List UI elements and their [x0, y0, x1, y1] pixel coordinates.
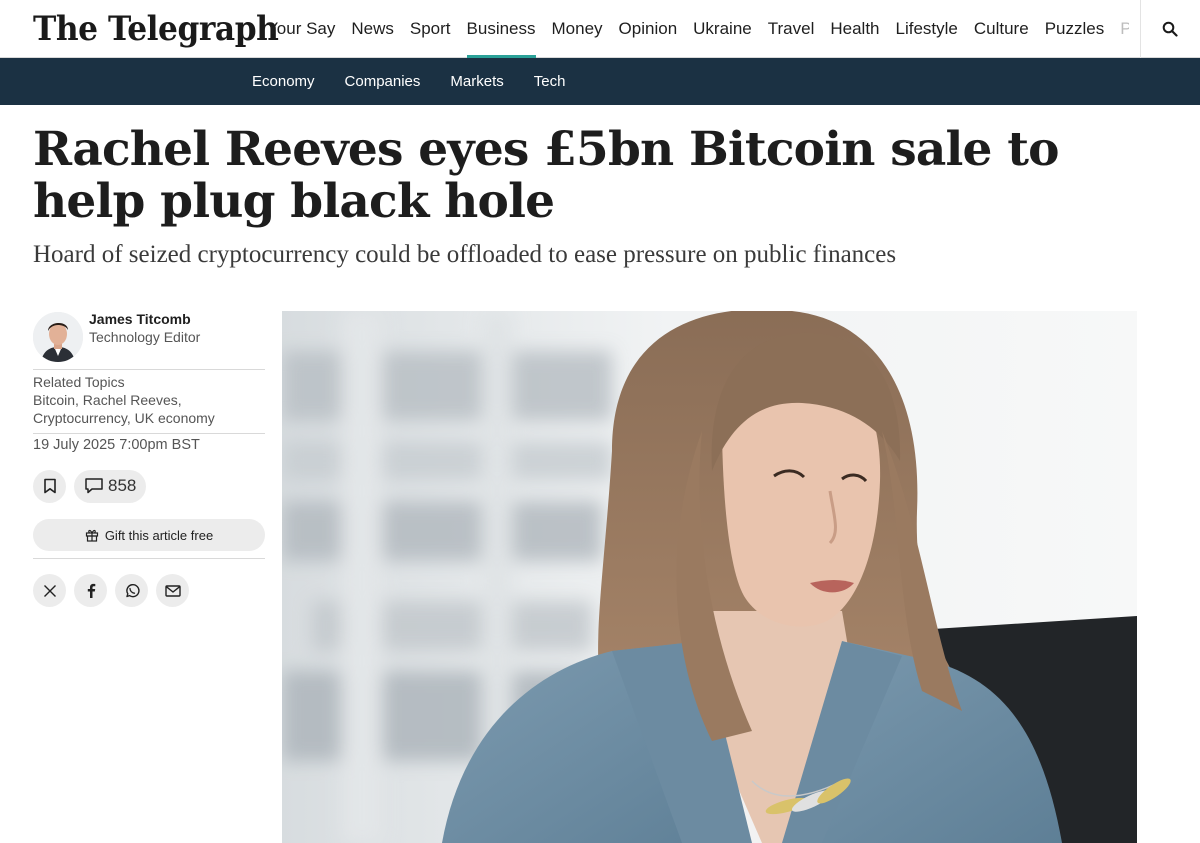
article-hero-image — [282, 311, 1137, 843]
section-nav: Your Say News Sport Business Money Opini… — [259, 0, 1129, 58]
bookmark-button[interactable] — [33, 469, 66, 503]
related-topics: Related Topics Bitcoin, Rachel Reeves, C… — [33, 370, 265, 433]
author-byline[interactable]: James Titcomb Technology Editor — [33, 309, 265, 369]
gift-icon — [85, 529, 98, 542]
subnav-tech[interactable]: Tech — [534, 73, 566, 90]
article-sidebar: James Titcomb Technology Editor Related … — [33, 309, 265, 607]
gift-article-button[interactable]: Gift this article free — [33, 519, 265, 551]
subnav-markets[interactable]: Markets — [450, 73, 503, 90]
subnav-economy[interactable]: Economy — [252, 73, 315, 90]
bookmark-icon — [43, 478, 56, 494]
share-facebook-button[interactable] — [74, 574, 107, 607]
nav-divider — [1140, 0, 1141, 58]
related-topics-links[interactable]: Bitcoin, Rachel Reeves, Cryptocurrency, … — [33, 391, 265, 427]
facebook-icon — [87, 583, 95, 598]
nav-overflow-item[interactable]: P — [1120, 0, 1129, 58]
nav-business[interactable]: Business — [466, 0, 536, 58]
comment-count: 858 — [108, 476, 137, 495]
author-name[interactable]: James Titcomb — [89, 311, 191, 327]
share-whatsapp-button[interactable] — [115, 574, 148, 607]
nav-news[interactable]: News — [351, 0, 394, 58]
whatsapp-icon — [125, 583, 140, 597]
nav-lifestyle[interactable]: Lifestyle — [896, 0, 958, 58]
email-icon — [164, 584, 181, 597]
divider — [33, 558, 265, 559]
subnav-companies[interactable]: Companies — [345, 73, 421, 90]
article-headline: Rachel Reeves eyes £5bn Bitcoin sale to … — [33, 122, 1059, 229]
nav-travel[interactable]: Travel — [768, 0, 815, 58]
author-avatar — [33, 312, 83, 362]
article-standfirst: Hoard of seized cryptocurrency could be … — [33, 241, 897, 268]
business-subnav: Economy Companies Markets Tech — [0, 58, 1200, 105]
related-topics-title: Related Topics — [33, 374, 125, 390]
nav-culture[interactable]: Culture — [974, 0, 1029, 58]
x-icon — [43, 584, 56, 597]
search-button[interactable] — [1150, 12, 1190, 46]
article-actions: 858 — [33, 463, 265, 509]
search-icon — [1162, 21, 1178, 37]
share-x-button[interactable] — [33, 574, 66, 607]
author-role: Technology Editor — [89, 329, 201, 345]
nav-opinion[interactable]: Opinion — [619, 0, 678, 58]
comments-button[interactable]: 858 — [74, 469, 147, 503]
share-email-button[interactable] — [156, 574, 189, 607]
publish-date: 19 July 2025 7:00pm BST — [33, 437, 200, 453]
nav-sport[interactable]: Sport — [410, 0, 451, 58]
nav-puzzles[interactable]: Puzzles — [1045, 0, 1105, 58]
nav-money[interactable]: Money — [552, 0, 603, 58]
top-navigation: The Telegraph Your Say News Sport Busine… — [0, 0, 1200, 58]
share-buttons — [33, 574, 265, 607]
nav-your-say[interactable]: Your Say — [267, 0, 335, 58]
gift-label: Gift this article free — [104, 527, 214, 543]
telegraph-logo[interactable]: The Telegraph — [33, 9, 279, 49]
nav-ukraine[interactable]: Ukraine — [693, 0, 752, 58]
comment-icon — [85, 478, 103, 494]
nav-health[interactable]: Health — [830, 0, 879, 58]
